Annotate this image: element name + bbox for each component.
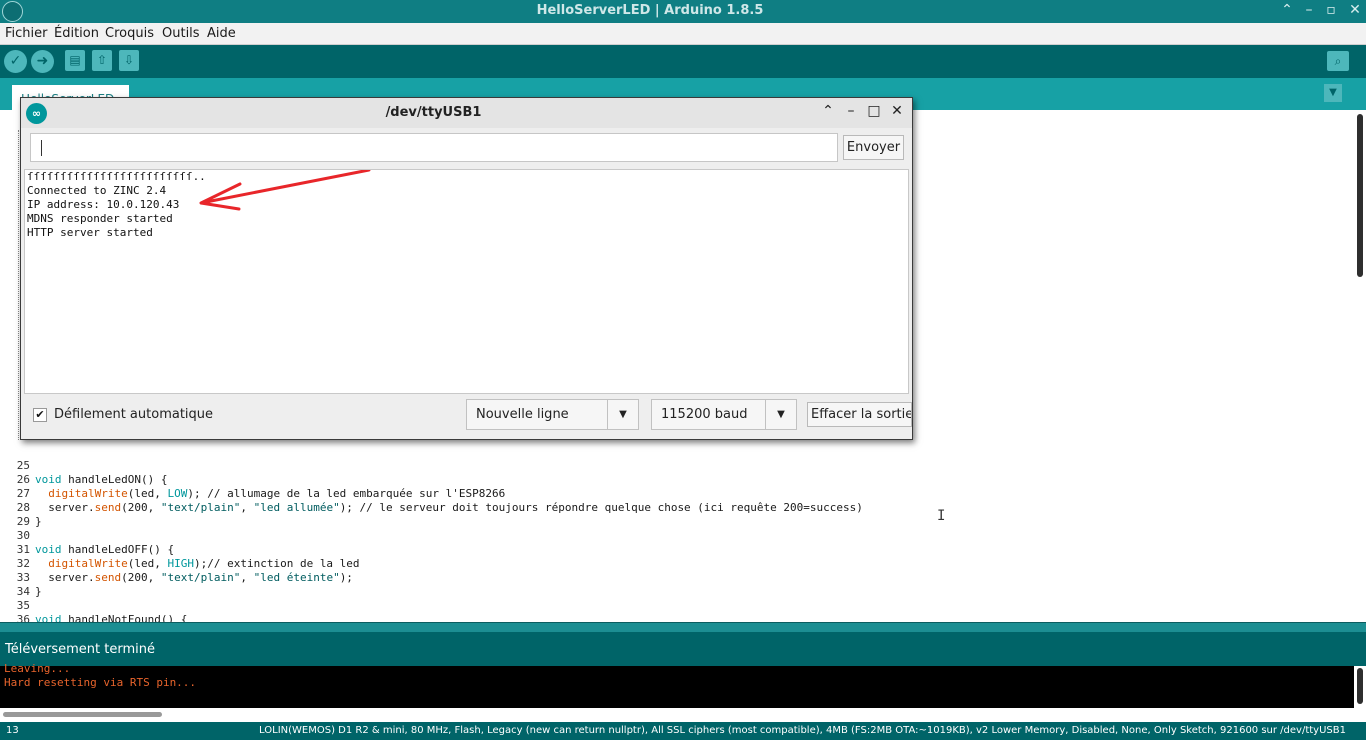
autoscroll-label: Défilement automatique xyxy=(54,407,214,422)
code-line[interactable]: 34} xyxy=(0,585,42,599)
maximize-button[interactable]: □ xyxy=(866,103,882,119)
line-number: 13 xyxy=(6,725,19,736)
serial-output[interactable]: ſſſſſſſſſſſſſſſſſſſſſſſſſ.. Connected to… xyxy=(24,169,909,394)
close-button[interactable]: ✕ xyxy=(1346,2,1364,18)
upload-icon[interactable]: ➜ xyxy=(31,50,54,73)
serial-monitor-title-bar: ∞ /dev/ttyUSB1 ⌃ – □ ✕ xyxy=(21,98,912,128)
line-number: 25 xyxy=(16,459,30,472)
chevron-down-icon: ▼ xyxy=(765,400,796,429)
code-line[interactable]: 25 xyxy=(0,459,35,473)
close-button[interactable]: ✕ xyxy=(889,103,905,119)
minimize-button[interactable]: – xyxy=(843,103,859,119)
code-line[interactable]: 31 void handleLedOFF() { xyxy=(0,543,174,557)
menu-edition[interactable]: Édition xyxy=(54,26,99,41)
code-line[interactable]: 30 xyxy=(0,529,35,543)
code-text: digitalWrite(led, LOW); // allumage de l… xyxy=(48,487,506,500)
menu-bar: Fichier Édition Croquis Outils Aide xyxy=(0,23,1366,45)
send-button[interactable]: Envoyer xyxy=(843,135,904,160)
arrow-path xyxy=(199,170,371,211)
board-info: LOLIN(WEMOS) D1 R2 & mini, 80 MHz, Flash… xyxy=(259,725,1346,736)
serial-input[interactable] xyxy=(34,137,834,158)
code-text: server.send(200, "text/plain", "led étei… xyxy=(35,571,353,584)
code-line[interactable]: 32 digitalWrite(led, HIGH);// extinction… xyxy=(0,557,360,571)
open-icon[interactable]: ⇧ xyxy=(92,50,112,71)
tab-menu-chevron-down-icon[interactable]: ▼ xyxy=(1324,84,1342,102)
console-horizontal-scrollbar[interactable] xyxy=(0,708,1366,722)
red-arrow-annotation xyxy=(199,170,371,211)
line-number: 34 xyxy=(16,585,30,598)
editor-scroll-thumb[interactable] xyxy=(1357,114,1363,277)
code-line[interactable]: 26 void handleLedON() { xyxy=(0,473,168,487)
maximize-up-icon[interactable]: ⌃ xyxy=(1278,2,1296,18)
code-line[interactable]: 27 digitalWrite(led, LOW); // allumage d… xyxy=(0,487,506,501)
line-number: 28 xyxy=(16,501,30,514)
console-scroll-thumb[interactable] xyxy=(1357,668,1363,704)
console-hscroll-thumb[interactable] xyxy=(3,712,162,717)
code-text: } xyxy=(35,515,42,528)
new-icon[interactable]: ▤ xyxy=(65,50,85,71)
window-title: HelloServerLED | Arduino 1.8.5 xyxy=(536,3,764,18)
arduino-ide-window: HelloServerLED | Arduino 1.8.5 ⌃ – ▫ ✕ F… xyxy=(0,0,1366,740)
text-caret xyxy=(41,140,42,156)
title-bar: HelloServerLED | Arduino 1.8.5 ⌃ – ▫ ✕ xyxy=(0,0,1366,23)
code-text: } xyxy=(35,585,42,598)
menu-croquis[interactable]: Croquis xyxy=(105,26,154,41)
line-number: 31 xyxy=(16,543,30,556)
serial-monitor-window: ∞ /dev/ttyUSB1 ⌃ – □ ✕ Envoyer ſſſſſſſſſ… xyxy=(20,97,913,440)
code-line[interactable]: 29} xyxy=(0,515,42,529)
line-ending-select[interactable]: Nouvelle ligne ▼ xyxy=(466,399,639,430)
menu-fichier[interactable]: Fichier xyxy=(5,26,48,41)
code-text: void handleLedON() { xyxy=(35,473,168,486)
chevron-down-icon: ▼ xyxy=(607,400,638,429)
code-text: digitalWrite(led, HIGH);// extinction de… xyxy=(48,557,360,570)
serial-monitor-icon[interactable]: ⌕ xyxy=(1327,51,1349,71)
code-text: server.send(200, "text/plain", "led allu… xyxy=(35,501,863,514)
line-number: 29 xyxy=(16,515,30,528)
console-line: Leaving... xyxy=(4,662,71,675)
verify-icon[interactable]: ✓ xyxy=(4,50,27,73)
autoscroll-checkbox[interactable]: ✔ xyxy=(33,408,47,422)
baud-value: 115200 baud xyxy=(661,407,748,422)
line-number: 35 xyxy=(16,599,30,612)
line-number: 32 xyxy=(16,557,30,570)
console-status-bar: Téléversement terminé xyxy=(0,632,1366,666)
status-bar: 13 LOLIN(WEMOS) D1 R2 & mini, 80 MHz, Fl… xyxy=(0,722,1366,740)
code-line[interactable]: 33 server.send(200, "text/plain", "led é… xyxy=(0,571,353,585)
line-number: 26 xyxy=(16,473,30,486)
console-output[interactable]: Leaving... Hard resetting via RTS pin... xyxy=(0,662,1354,708)
code-line[interactable]: 28 server.send(200, "text/plain", "led a… xyxy=(0,501,863,515)
line-ending-value: Nouvelle ligne xyxy=(476,407,569,422)
line-number: 30 xyxy=(16,529,30,542)
menu-outils[interactable]: Outils xyxy=(162,26,200,41)
line-number: 33 xyxy=(16,571,30,584)
console-splitter[interactable] xyxy=(0,622,1366,632)
console-line: Hard resetting via RTS pin... xyxy=(4,676,197,689)
serial-footer: ✔ Défilement automatique Nouvelle ligne … xyxy=(21,396,912,439)
minimize-button[interactable]: – xyxy=(1300,2,1318,18)
text-cursor-icon: I xyxy=(937,508,946,524)
serial-input-field[interactable] xyxy=(30,133,838,162)
serial-monitor-title: /dev/ttyUSB1 xyxy=(385,105,482,120)
clear-output-button[interactable]: Effacer la sortie xyxy=(807,402,912,427)
code-line[interactable]: 35 xyxy=(0,599,35,613)
line-number: 27 xyxy=(16,487,30,500)
baud-select[interactable]: 115200 baud ▼ xyxy=(651,399,797,430)
console-status-text: Téléversement terminé xyxy=(5,642,156,657)
toolbar: ✓ ➜ ▤ ⇧ ⇩ ⌕ xyxy=(0,45,1366,78)
code-text: void handleLedOFF() { xyxy=(35,543,175,556)
restore-button[interactable]: ▫ xyxy=(1322,2,1340,18)
save-icon[interactable]: ⇩ xyxy=(119,50,139,71)
menu-aide[interactable]: Aide xyxy=(207,26,236,41)
shade-button[interactable]: ⌃ xyxy=(820,103,836,119)
